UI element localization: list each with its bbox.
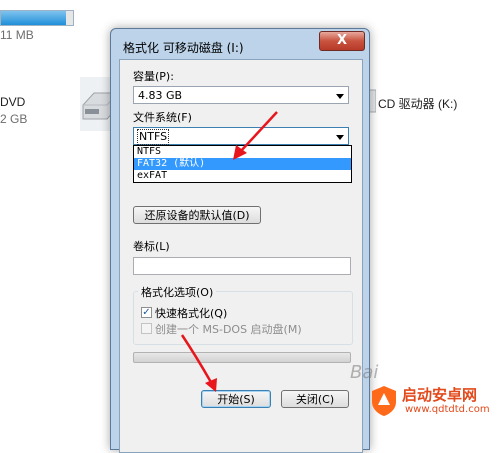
baidu-watermark: Bai (350, 362, 379, 383)
shield-logo-icon (372, 386, 396, 416)
url-watermark: www.qdtdtd.com (405, 404, 490, 415)
brand-watermark: 启动安卓网 (402, 386, 478, 404)
arrow-to-start (180, 334, 217, 392)
arrow-to-fat32 (233, 111, 278, 160)
annotation-arrows (180, 111, 278, 392)
